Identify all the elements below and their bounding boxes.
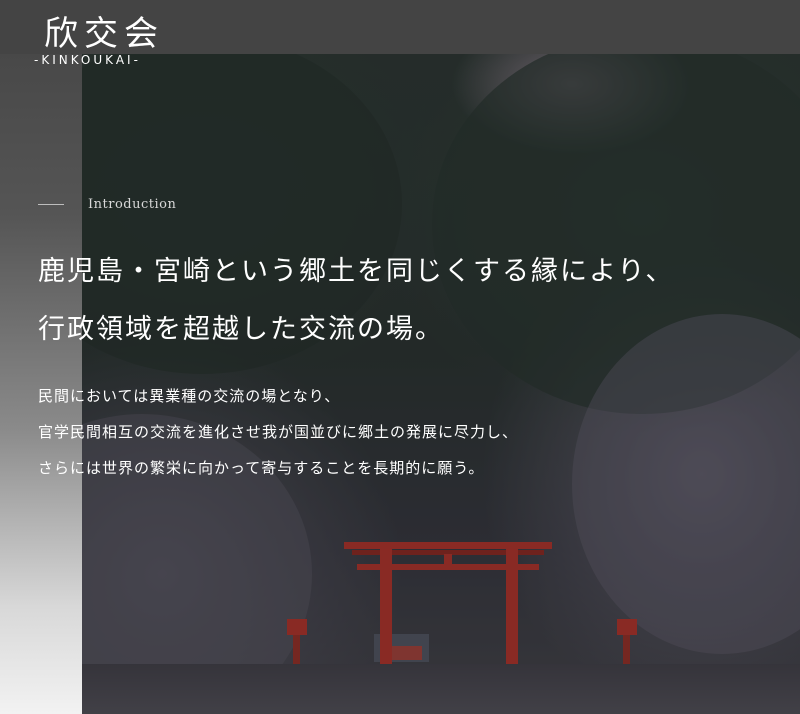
hero-headline: 鹿児島・宮崎という郷土を同じくする縁により、 行政領域を超越した交流の場。	[38, 243, 674, 359]
body-line: 官学民間相互の交流を進化させ我が国並びに郷土の発展に尽力し、	[38, 423, 519, 441]
headline-line: 行政領域を超越した交流の場。	[38, 314, 444, 345]
body-line: さらには世界の繁栄に向かって寄与することを長期的に願う。	[38, 459, 485, 477]
intro-divider-line	[38, 204, 64, 205]
headline-line: 鹿児島・宮崎という郷土を同じくする縁により、	[38, 256, 675, 287]
intro-label: Introduction	[88, 197, 177, 212]
site-logo[interactable]: 欣交会	[44, 6, 164, 55]
intro-body-text: 民間においては異業種の交流の場となり、 官学民間相互の交流を進化させ我が国並びに…	[38, 378, 518, 486]
intro-section-label: Introduction	[38, 197, 176, 212]
site-logo-romaji: -KINKOUKAI-	[34, 53, 141, 67]
body-line: 民間においては異業種の交流の場となり、	[38, 387, 341, 405]
